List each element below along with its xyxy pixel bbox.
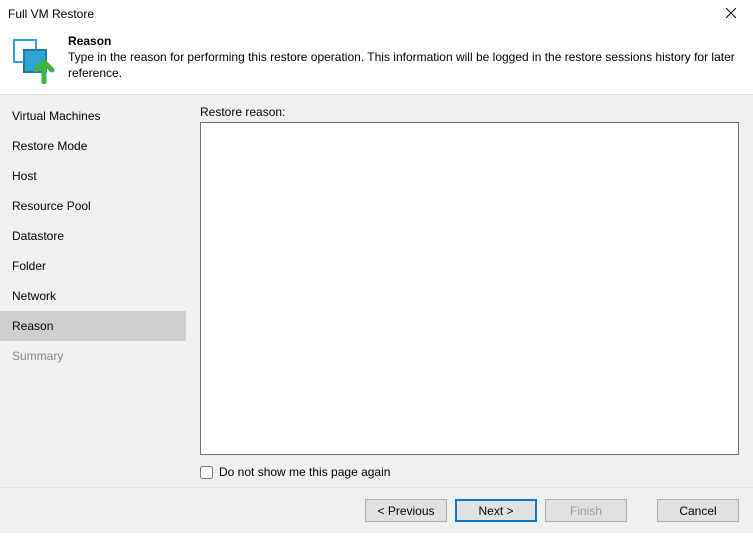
sidebar-item-datastore[interactable]: Datastore [0,221,186,251]
sidebar-item-folder[interactable]: Folder [0,251,186,281]
wizard-main: Restore reason: Do not show me this page… [186,95,753,487]
finish-button: Finish [545,499,627,522]
dont-show-again-row[interactable]: Do not show me this page again [200,465,739,479]
reason-input[interactable] [200,122,739,455]
sidebar-item-resource-pool[interactable]: Resource Pool [0,191,186,221]
wizard-sidebar: Virtual Machines Restore Mode Host Resou… [0,95,186,487]
sidebar-item-virtual-machines[interactable]: Virtual Machines [0,101,186,131]
sidebar-item-host[interactable]: Host [0,161,186,191]
wizard-header: Reason Type in the reason for performing… [0,28,753,94]
sidebar-item-network[interactable]: Network [0,281,186,311]
wizard-heading: Reason [68,34,743,48]
dont-show-again-checkbox[interactable] [200,466,213,479]
wizard-description: Type in the reason for performing this r… [68,50,743,81]
close-icon [726,7,736,21]
cancel-button[interactable]: Cancel [657,499,739,522]
wizard-footer: < Previous Next > Finish Cancel [0,487,753,533]
reason-label: Restore reason: [200,105,739,119]
next-button[interactable]: Next > [455,499,537,522]
sidebar-item-summary: Summary [0,341,186,371]
window-title: Full VM Restore [8,7,94,21]
wizard-header-text: Reason Type in the reason for performing… [68,34,743,81]
titlebar: Full VM Restore [0,0,753,28]
wizard-body: Virtual Machines Restore Mode Host Resou… [0,94,753,487]
previous-button[interactable]: < Previous [365,499,447,522]
sidebar-item-reason[interactable]: Reason [0,311,186,341]
restore-vm-icon [10,36,58,84]
close-button[interactable] [717,0,745,28]
sidebar-item-restore-mode[interactable]: Restore Mode [0,131,186,161]
dont-show-again-label: Do not show me this page again [219,465,390,479]
